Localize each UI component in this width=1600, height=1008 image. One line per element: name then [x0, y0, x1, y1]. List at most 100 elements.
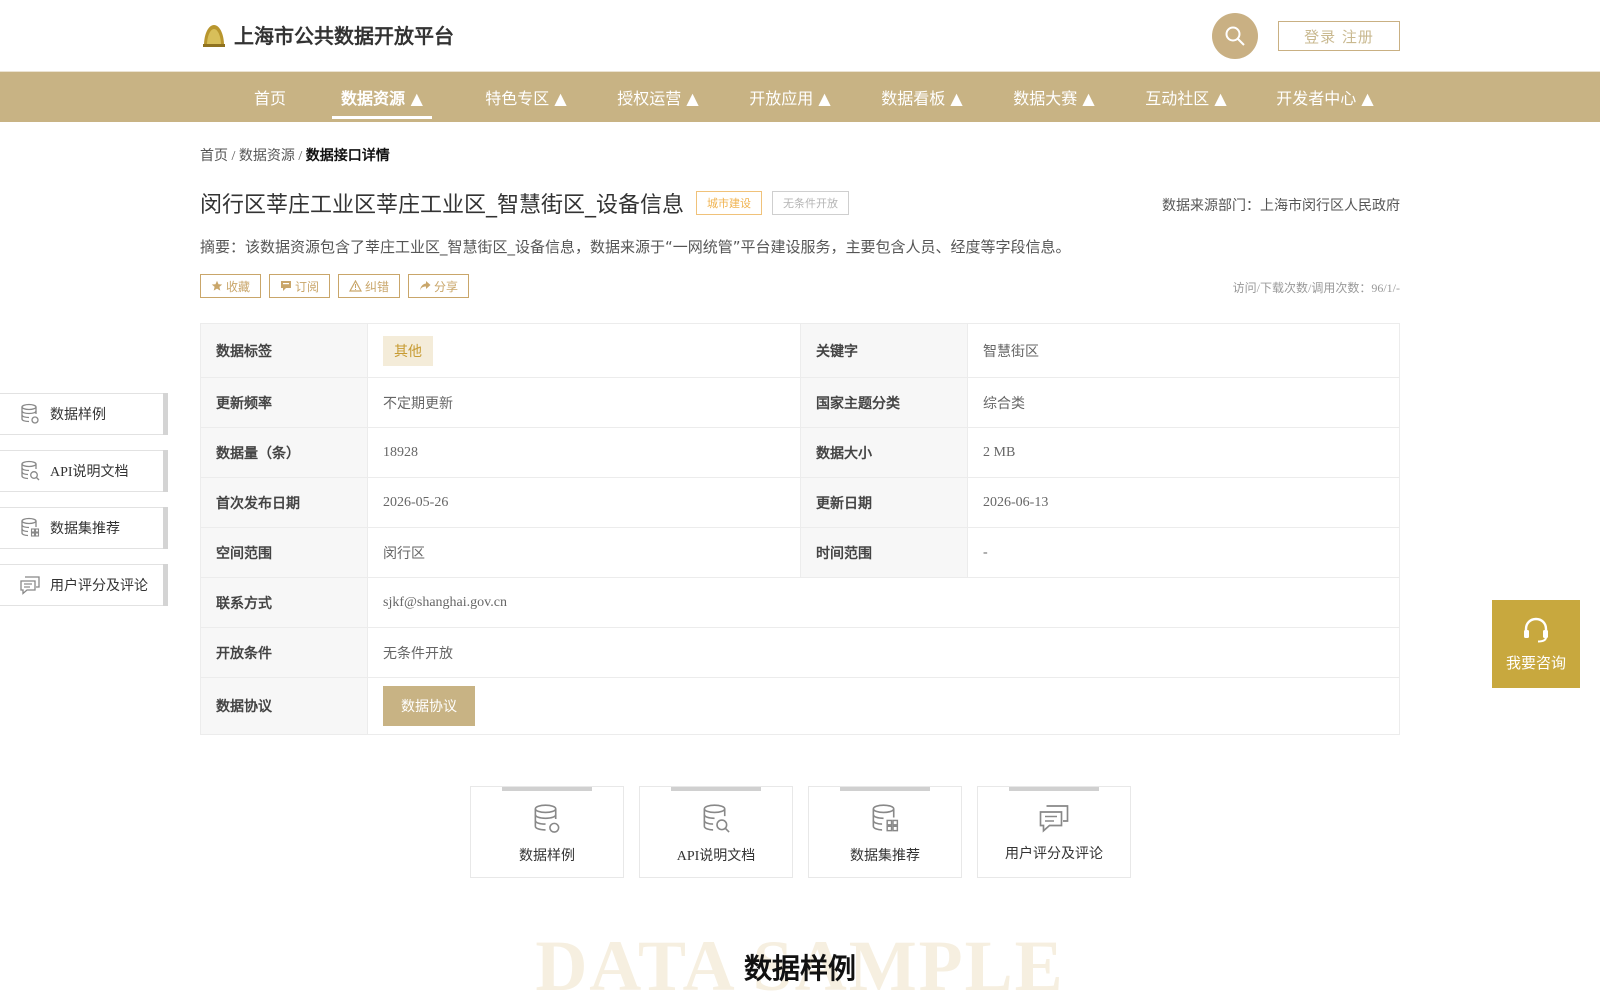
- database-search-icon: [703, 804, 730, 833]
- main-nav: 首页 数据资源 ▲ 特色专区 ▲ 授权运营 ▲ 开放应用 ▲ 数据看板 ▲ 数据…: [0, 72, 1600, 122]
- page-title: 闵行区莘庄工业区莘庄工业区_智慧街区_设备信息: [200, 193, 685, 218]
- database-grid-icon: [872, 804, 899, 832]
- nav-item-community[interactable]: 互动社区 ▲: [1126, 72, 1246, 122]
- data-protocol-button[interactable]: 数据协议: [383, 686, 475, 726]
- breadcrumb-home[interactable]: 首页: [200, 149, 228, 164]
- data-tag-label: 数据标签: [200, 323, 368, 378]
- card-label: 用户评分及评论: [1005, 847, 1103, 862]
- card-label: 数据样例: [519, 849, 575, 864]
- logo-icon: [203, 24, 225, 47]
- first-publish-label: 首次发布日期: [200, 477, 368, 528]
- warning-icon: [349, 280, 363, 292]
- favorite-button[interactable]: 收藏: [200, 274, 262, 298]
- nav-item-developer-center[interactable]: 开发者中心 ▲: [1258, 72, 1392, 122]
- breadcrumb-separator: /: [298, 149, 303, 164]
- bookmark-icon: [281, 281, 292, 291]
- consult-label: 我要咨询: [1505, 653, 1566, 672]
- table-row: 联系方式 sjkf@shanghai.gov.cn: [200, 577, 1400, 628]
- site-title: 上海市公共数据开放平台: [234, 24, 454, 48]
- nav-item-authorized-operation[interactable]: 授权运营 ▲: [598, 72, 718, 122]
- open-condition-tag: 无条件开放: [772, 191, 850, 215]
- breadcrumb-data-resources[interactable]: 数据资源: [239, 149, 295, 164]
- nav-item-special-zone[interactable]: 特色专区 ▲: [466, 72, 586, 122]
- nav-item-open-apps[interactable]: 开放应用 ▲: [730, 72, 850, 122]
- keyword-label: 关键字: [800, 323, 968, 378]
- first-publish-value: 2026-05-26: [367, 477, 801, 528]
- login-register-button[interactable]: 登录 注册: [1278, 21, 1400, 51]
- update-frequency-value: 不定期更新: [367, 377, 801, 428]
- search-icon: [1225, 26, 1245, 46]
- share-button[interactable]: 分享: [408, 274, 470, 298]
- record-count-value: 18928: [367, 427, 801, 478]
- card-data-sample[interactable]: 数据样例: [470, 786, 624, 878]
- table-row: 数据量（条） 18928 数据大小 2 MB: [200, 427, 1400, 478]
- card-api-docs[interactable]: API说明文档: [639, 786, 793, 878]
- spatial-range-label: 空间范围: [200, 527, 368, 578]
- card-label: API说明文档: [676, 849, 756, 864]
- open-condition-value: 无条件开放: [367, 627, 1400, 678]
- card-dataset-recommend[interactable]: 数据集推荐: [808, 786, 962, 878]
- database-search-icon: [21, 460, 40, 481]
- card-label: 数据集推荐: [850, 849, 920, 864]
- summary-text: 摘要：该数据资源包含了莘庄工业区_智慧街区_设备信息，数据来源于“一网统管”平台…: [200, 238, 1071, 256]
- category-tag: 城市建设: [696, 191, 763, 215]
- data-protocol-cell: 数据协议: [367, 677, 1400, 735]
- card-user-reviews[interactable]: 用户评分及评论: [977, 786, 1131, 878]
- top-header: 上海市公共数据开放平台 登录 注册: [0, 0, 1600, 72]
- update-date-value: 2026-06-13: [967, 477, 1400, 528]
- time-range-label: 时间范围: [800, 527, 968, 578]
- search-button[interactable]: [1212, 13, 1258, 59]
- breadcrumb-separator: /: [231, 149, 236, 164]
- data-protocol-label: 数据协议: [200, 677, 368, 735]
- data-size-value: 2 MB: [967, 427, 1400, 478]
- side-nav-label: API说明文档: [50, 465, 129, 480]
- action-bar: 收藏 订阅 纠错 分享: [200, 274, 477, 298]
- record-count-label: 数据量（条）: [200, 427, 368, 478]
- keyword-value: 智慧街区: [967, 323, 1400, 378]
- subscribe-label: 订阅: [295, 279, 320, 294]
- nav-item-data-dashboard[interactable]: 数据看板 ▲: [862, 72, 982, 122]
- comments-icon: [1039, 805, 1069, 833]
- update-date-label: 更新日期: [800, 477, 968, 528]
- site-logo[interactable]: 上海市公共数据开放平台: [200, 20, 454, 49]
- national-theme-value: 综合类: [967, 377, 1400, 428]
- update-frequency-label: 更新频率: [200, 377, 368, 428]
- nav-item-home[interactable]: 首页: [230, 72, 310, 122]
- open-condition-label: 开放条件: [200, 627, 368, 678]
- database-grid-icon: [21, 517, 40, 537]
- title-row: 闵行区莘庄工业区莘庄工业区_智慧街区_设备信息 城市建设 无条件开放: [200, 187, 850, 219]
- table-row: 空间范围 闵行区 时间范围 -: [200, 527, 1400, 578]
- side-nav-data-sample[interactable]: 数据样例: [0, 393, 168, 435]
- consult-button[interactable]: 我要咨询: [1492, 600, 1580, 688]
- visit-counts: 访问/下载次数/调用次数：96/1/-: [1232, 281, 1400, 295]
- favorite-label: 收藏: [226, 279, 251, 294]
- data-size-label: 数据大小: [800, 427, 968, 478]
- nav-item-data-contest[interactable]: 数据大赛 ▲: [994, 72, 1114, 122]
- subscribe-button[interactable]: 订阅: [269, 274, 331, 298]
- data-tag-pill[interactable]: 其他: [383, 335, 433, 366]
- share-icon: [420, 281, 431, 291]
- spatial-range-value: 闵行区: [367, 527, 801, 578]
- time-range-value: -: [967, 527, 1400, 578]
- side-nav-dataset-recommend[interactable]: 数据集推荐: [0, 507, 168, 549]
- data-source-department: 数据来源部门：上海市闵行区人民政府: [1162, 198, 1400, 214]
- data-tag-cell: 其他: [367, 323, 801, 378]
- table-row: 首次发布日期 2026-05-26 更新日期 2026-06-13: [200, 477, 1400, 528]
- table-row: 开放条件 无条件开放: [200, 627, 1400, 678]
- side-nav-api-docs[interactable]: API说明文档: [0, 450, 168, 492]
- headset-icon: [1524, 617, 1548, 642]
- nav-item-data-resources[interactable]: 数据资源 ▲: [332, 72, 432, 122]
- contact-value: sjkf@shanghai.gov.cn: [367, 577, 1400, 628]
- breadcrumb: 首页 / 数据资源 / 数据接口详情: [200, 145, 390, 165]
- national-theme-label: 国家主题分类: [800, 377, 968, 428]
- table-row: 更新频率 不定期更新 国家主题分类 综合类: [200, 377, 1400, 428]
- side-nav-label: 数据集推荐: [50, 522, 120, 537]
- contact-label: 联系方式: [200, 577, 368, 628]
- metadata-table: 数据标签 其他 关键字 智慧街区 更新频率 不定期更新 国家主题分类 综合类 数…: [200, 323, 1400, 735]
- comments-icon: [20, 576, 40, 595]
- database-gear-icon: [21, 403, 39, 424]
- table-row: 数据标签 其他 关键字 智慧街区: [200, 323, 1400, 378]
- report-error-button[interactable]: 纠错: [338, 274, 401, 298]
- side-nav-label: 数据样例: [50, 408, 106, 423]
- side-nav-user-reviews[interactable]: 用户评分及评论: [0, 564, 168, 606]
